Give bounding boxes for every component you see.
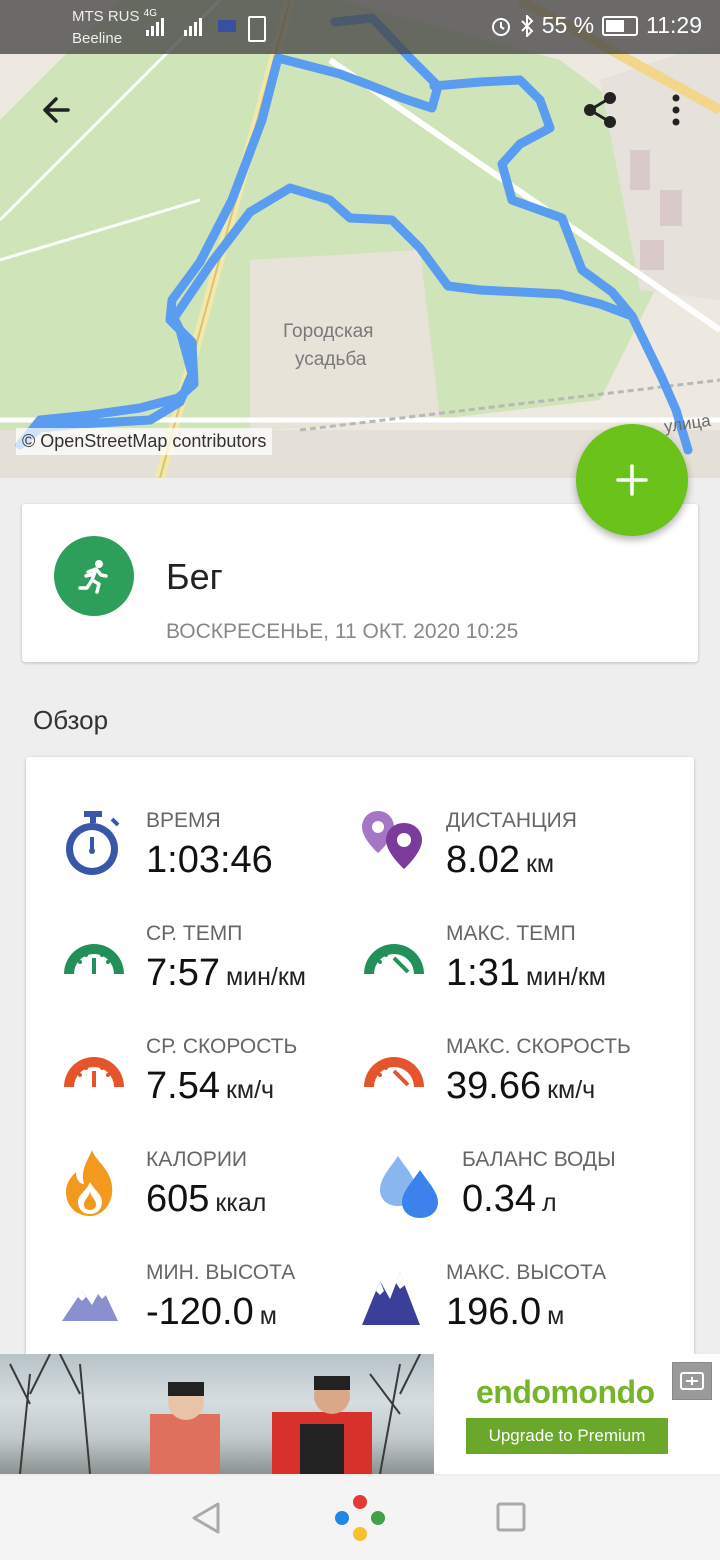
back-button[interactable] <box>28 82 84 138</box>
status-bar: MTS RUS 4G Beeline 55 % 11:29 <box>0 0 720 54</box>
nav-recents-square-icon <box>496 1502 526 1532</box>
nav-back-triangle-icon <box>192 1502 220 1534</box>
status-right: 55 % 11:29 <box>490 12 702 39</box>
stat-label: КАЛОРИИ <box>146 1148 248 1171</box>
stat-label: МАКС. ТЕМП <box>446 922 576 945</box>
more-vert-icon <box>672 94 680 126</box>
stat-value: 196.0 м <box>446 1291 565 1333</box>
stat-value: 0.34 л <box>462 1178 557 1220</box>
add-fab-button[interactable] <box>576 424 688 536</box>
mountains-light-icon <box>62 1287 118 1321</box>
alarm-icon <box>491 17 510 36</box>
mountains-dark-icon <box>362 1273 420 1325</box>
workout-date: ВОСКРЕСЕНЬЕ, 11 ОКТ. 2020 10:25 <box>166 620 519 643</box>
sport-avatar <box>54 536 134 616</box>
battery-saver-icon <box>248 16 266 42</box>
nav-recents-button[interactable] <box>492 1496 532 1540</box>
stat-label: БАЛАНС ВОДЫ <box>462 1148 616 1171</box>
nav-back-button[interactable] <box>184 1496 228 1540</box>
running-person-icon <box>78 560 108 594</box>
stat-label: ДИСТАНЦИЯ <box>446 809 577 832</box>
stat-calories: КАЛОРИИ 605 ккал <box>60 1148 380 1258</box>
map-place-label: Городская усадьба <box>283 321 374 370</box>
stat-label: МАКС. СКОРОСТЬ <box>446 1035 631 1058</box>
stat-label: СР. ТЕМП <box>146 922 243 945</box>
stat-label: ВРЕМЯ <box>146 809 221 832</box>
speedometer-red-icon <box>64 1057 124 1087</box>
plus-icon <box>616 464 648 496</box>
more-options-button[interactable] <box>648 82 704 138</box>
battery-percent: 55 % <box>541 12 595 38</box>
arrow-back-icon <box>43 97 70 123</box>
stat-value: 7:57 мин/км <box>146 952 306 994</box>
stopwatch-icon <box>66 811 120 875</box>
stat-label: МИН. ВЫСОТА <box>146 1261 296 1284</box>
stat-time: ВРЕМЯ 1:03:46 <box>60 809 380 919</box>
overview-title: Обзор <box>33 705 109 735</box>
map-background <box>0 0 720 478</box>
stat-avg-pace: СР. ТЕМП 7:57 мин/км <box>60 922 380 1032</box>
stat-value: 1:31 мин/км <box>446 952 606 994</box>
stat-value: 7.54 км/ч <box>146 1065 275 1107</box>
stat-value: 605 ккал <box>146 1178 267 1220</box>
flame-icon <box>66 1150 113 1216</box>
stat-water-balance: БАЛАНС ВОДЫ 0.34 л <box>376 1148 696 1258</box>
stat-label: МАКС. ВЫСОТА <box>446 1261 607 1284</box>
ad-banner[interactable]: endomondo Upgrade to Premium <box>0 1354 720 1474</box>
osm-attribution[interactable]: © OpenStreetMap contributors <box>16 428 273 455</box>
stat-value: 39.66 км/ч <box>446 1065 596 1107</box>
system-nav-bar <box>0 1476 720 1560</box>
sport-title: Бег <box>166 556 223 597</box>
bluetooth-icon <box>520 14 534 37</box>
ad-brand: endomondo <box>476 1374 655 1410</box>
stat-value: 8.02 км <box>446 839 555 881</box>
speedometer-red-max-icon <box>364 1057 424 1087</box>
ad-close-button[interactable] <box>672 1362 712 1400</box>
upgrade-button[interactable]: Upgrade to Premium <box>466 1418 668 1454</box>
ad-options-icon <box>680 1372 704 1390</box>
ad-photo <box>0 1354 434 1474</box>
overview-stats-card: ВРЕМЯ 1:03:46 ДИСТАНЦИЯ 8.02 км СР. ТЕМП … <box>26 757 694 1377</box>
map-pins-icon <box>362 811 422 869</box>
stat-value: -120.0 м <box>146 1291 277 1333</box>
stat-max-speed: МАКС. СКОРОСТЬ 39.66 км/ч <box>360 1035 680 1145</box>
water-drops-icon <box>380 1156 438 1218</box>
nav-home-button[interactable] <box>330 1490 390 1550</box>
carrier2-label: Beeline <box>72 30 123 47</box>
stat-max-pace: МАКС. ТЕМП 1:31 мин/км <box>360 922 680 1032</box>
clock: 11:29 <box>646 12 702 38</box>
ad-content: endomondo Upgrade to Premium <box>434 1366 700 1474</box>
share-icon <box>584 92 616 128</box>
stat-avg-speed: СР. СКОРОСТЬ 7.54 км/ч <box>60 1035 380 1145</box>
share-button[interactable] <box>572 82 628 138</box>
signal-icon <box>144 14 236 43</box>
stat-label: СР. СКОРОСТЬ <box>146 1035 298 1058</box>
speedometer-green-max-icon <box>364 944 424 974</box>
google-assistant-dots-icon <box>335 1495 385 1541</box>
speedometer-green-icon <box>64 944 124 974</box>
battery-icon <box>602 15 639 36</box>
workout-header-card: Бег ВОСКРЕСЕНЬЕ, 11 ОКТ. 2020 10:25 <box>22 504 698 662</box>
route-map[interactable]: Городская усадьба улица © OpenStreetMap … <box>0 0 720 478</box>
stat-distance: ДИСТАНЦИЯ 8.02 км <box>360 809 680 919</box>
stat-value: 1:03:46 <box>146 839 273 881</box>
